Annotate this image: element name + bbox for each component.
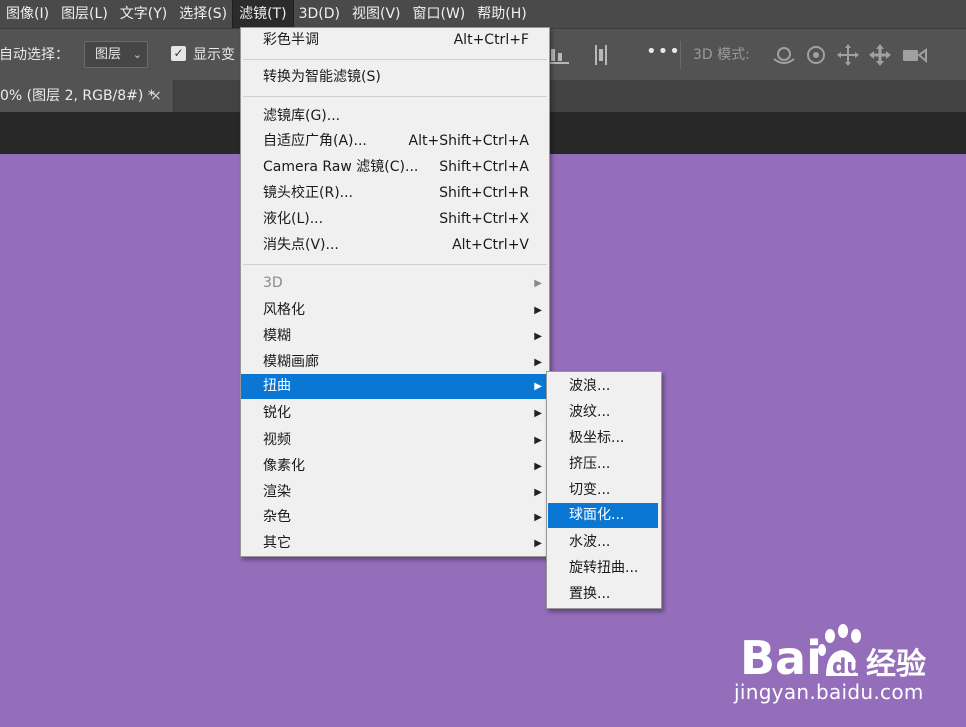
arrow-right-icon: ▶ (534, 278, 542, 289)
menu-window[interactable]: 窗口(W) (407, 0, 472, 28)
menu-item-pixelate[interactable]: 像素化 ▶ (241, 454, 549, 479)
arrow-right-icon: ▶ (534, 381, 542, 392)
menu-divider (243, 59, 547, 60)
menu-item-liquify[interactable]: 液化(L)... Shift+Ctrl+X (241, 207, 549, 232)
document-tab[interactable]: 0% (图层 2, RGB/8#) * × (0, 80, 174, 112)
menu-layer[interactable]: 图层(L) (55, 0, 114, 28)
submenu-item-pinch[interactable]: 挤压... (547, 452, 661, 477)
menu-select[interactable]: 选择(S) (173, 0, 233, 28)
arrow-right-icon: ▶ (534, 305, 542, 316)
align-bottom-icon[interactable] (548, 43, 570, 67)
3d-slide-icon[interactable] (868, 43, 892, 67)
svg-text:经验: 经验 (866, 647, 926, 678)
3d-camera-icon[interactable] (902, 43, 928, 67)
auto-select-value: 图层 (95, 47, 122, 62)
document-tab-title: 0% (图层 2, RGB/8#) * (0, 88, 155, 104)
distribute-icon[interactable] (592, 43, 610, 67)
menu-type[interactable]: 文字(Y) (114, 0, 173, 28)
submenu-item-displace[interactable]: 置换... (547, 582, 661, 607)
more-options-icon[interactable]: ••• (646, 41, 681, 62)
menu-filter[interactable]: 滤镜(T) (232, 0, 294, 29)
show-transform-label: 显示变 (193, 47, 235, 63)
3d-mode-label: 3D 模式: (693, 47, 750, 63)
menu-divider (243, 264, 547, 265)
menu-item-stylize[interactable]: 风格化 ▶ (241, 298, 549, 323)
submenu-item-twirl[interactable]: 旋转扭曲... (547, 556, 661, 581)
submenu-item-zigzag[interactable]: 水波... (547, 530, 661, 555)
arrow-right-icon: ▶ (534, 487, 542, 498)
submenu-item-wave[interactable]: 波浪... (547, 374, 661, 399)
show-transform-checkbox[interactable]: ✓ (171, 46, 186, 61)
distort-submenu: 波浪... 波纹... 极坐标... 挤压... 切变... 球面化... 水波… (546, 371, 662, 609)
baidu-watermark: Bai du 经验 jingyan.baidu.com (734, 622, 938, 712)
menu-image[interactable]: 图像(I) (0, 0, 55, 28)
menu-item-video[interactable]: 视频 ▶ (241, 428, 549, 453)
arrow-right-icon: ▶ (534, 461, 542, 472)
menu-item-vanishing-point[interactable]: 消失点(V)... Alt+Ctrl+V (241, 233, 549, 258)
menu-item-other[interactable]: 其它 ▶ (241, 531, 549, 556)
3d-roll-icon[interactable] (805, 43, 827, 67)
divider (680, 41, 681, 69)
submenu-item-spherize[interactable]: 球面化... (548, 503, 658, 528)
menu-help[interactable]: 帮助(H) (471, 0, 532, 28)
arrow-right-icon: ▶ (534, 331, 542, 342)
arrow-right-icon: ▶ (534, 408, 542, 419)
menu-item-blur[interactable]: 模糊 ▶ (241, 324, 549, 349)
close-icon[interactable]: × (150, 80, 162, 112)
menu-bar: 图像(I) 图层(L) 文字(Y) 选择(S) 滤镜(T) 3D(D) 视图(V… (0, 0, 966, 29)
menu-view[interactable]: 视图(V) (346, 0, 407, 28)
submenu-item-polar-coordinates[interactable]: 极坐标... (547, 426, 661, 451)
menu-item-adaptive-wide-angle[interactable]: 自适应广角(A)... Alt+Shift+Ctrl+A (241, 129, 549, 154)
menu-item-render[interactable]: 渲染 ▶ (241, 480, 549, 505)
menu-item-halftone[interactable]: 彩色半调 Alt+Ctrl+F (241, 28, 549, 53)
menu-item-lens-correction[interactable]: 镜头校正(R)... Shift+Ctrl+R (241, 181, 549, 206)
chevron-down-icon: ⌄ (132, 48, 142, 61)
arrow-right-icon: ▶ (534, 435, 542, 446)
watermark-url: jingyan.baidu.com (734, 680, 924, 704)
menu-divider (243, 96, 547, 97)
menu-item-sharpen[interactable]: 锐化 ▶ (241, 401, 549, 426)
submenu-item-shear[interactable]: 切变... (547, 478, 661, 503)
menu-item-filter-gallery[interactable]: 滤镜库(G)... (241, 104, 549, 129)
submenu-item-ripple[interactable]: 波纹... (547, 400, 661, 425)
menu-item-noise[interactable]: 杂色 ▶ (241, 505, 549, 530)
arrow-right-icon: ▶ (534, 512, 542, 523)
menu-item-camera-raw[interactable]: Camera Raw 滤镜(C)... Shift+Ctrl+A (241, 155, 549, 180)
auto-select-dropdown[interactable]: 图层 ⌄ (84, 41, 148, 68)
menu-item-blur-gallery[interactable]: 模糊画廊 ▶ (241, 350, 549, 375)
menu-3d[interactable]: 3D(D) (293, 0, 346, 28)
auto-select-label: 自动选择： (0, 47, 69, 63)
svg-text:Bai: Bai (740, 631, 822, 678)
arrow-right-icon: ▶ (534, 357, 542, 368)
baidu-logo: Bai du 经验 (740, 624, 926, 678)
3d-pan-icon[interactable] (837, 43, 859, 67)
menu-item-distort[interactable]: 扭曲 ▶ (241, 374, 549, 399)
arrow-right-icon: ▶ (534, 538, 542, 549)
menu-item-convert-smart-filter[interactable]: 转换为智能滤镜(S) (241, 65, 549, 90)
svg-text:du: du (832, 654, 861, 678)
filter-menu: 彩色半调 Alt+Ctrl+F 转换为智能滤镜(S) 滤镜库(G)... 自适应… (240, 27, 550, 557)
3d-orbit-icon[interactable] (771, 43, 797, 67)
menu-item-3d: 3D ▶ (241, 271, 549, 296)
